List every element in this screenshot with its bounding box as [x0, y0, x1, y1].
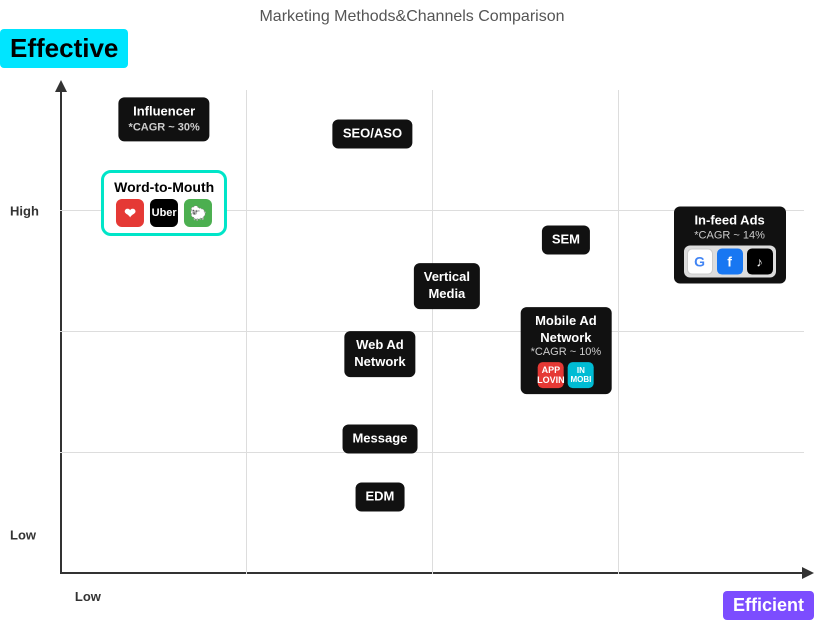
mobile-ad-label: Mobile AdNetwork	[531, 313, 602, 347]
applovin-icon: APPLOVIN	[538, 363, 564, 389]
edm-item: EDM	[355, 482, 404, 511]
chart-title: Marketing Methods&Channels Comparison	[0, 0, 824, 26]
influencer-label: Influencer	[129, 104, 200, 121]
y-low-label: Low	[10, 528, 36, 543]
wtm-icons: ❤ Uber 🐑	[114, 199, 214, 227]
sheep-icon: 🐑	[184, 199, 212, 227]
infeed-ads-item: In-feed Ads *CAGR ~ 14% G f ♪	[674, 207, 786, 284]
grid-v-3	[618, 90, 619, 574]
uber-icon: Uber	[150, 199, 178, 227]
mobile-ad-network-item: Mobile AdNetwork *CAGR ~ 10% APPLOVIN IN…	[521, 307, 612, 395]
edm-label: EDM	[355, 482, 404, 511]
x-axis-arrow	[802, 567, 814, 579]
y-high-label: High	[10, 204, 39, 219]
x-low-label: Low	[75, 589, 101, 604]
word-to-mouth-item: Word-to-Mouth ❤ Uber 🐑	[101, 170, 227, 236]
infeed-label: In-feed Ads	[684, 213, 776, 230]
influencer-sub: *CAGR ~ 30%	[129, 121, 200, 135]
tiktok-icon: ♪	[747, 249, 773, 275]
infeed-sub: *CAGR ~ 14%	[684, 230, 776, 242]
vertical-media-item: VerticalMedia	[414, 263, 480, 309]
message-item: Message	[342, 424, 417, 453]
heart-icon: ❤	[116, 199, 144, 227]
message-label: Message	[342, 424, 417, 453]
vertical-media-label: VerticalMedia	[414, 263, 480, 309]
wtm-label: Word-to-Mouth	[114, 179, 214, 195]
sem-label: SEM	[542, 226, 590, 255]
inmobi-icon: INMOBI	[568, 363, 594, 389]
web-ad-network-item: Web AdNetwork	[344, 331, 415, 377]
grid-v-2	[432, 90, 433, 574]
efficient-label: Efficient	[723, 591, 814, 620]
mobile-ad-sub: *CAGR ~ 10%	[531, 347, 602, 359]
y-axis	[60, 90, 62, 574]
seo-aso-label: SEO/ASO	[333, 119, 412, 148]
effective-label: Effective	[0, 29, 128, 68]
web-ad-network-label: Web AdNetwork	[344, 331, 415, 377]
grid-v-1	[246, 90, 247, 574]
seo-aso-item: SEO/ASO	[333, 119, 412, 148]
chart-area: High Low Low High Influencer *CAGR ~ 30%…	[60, 90, 804, 574]
google-icon: G	[687, 249, 713, 275]
facebook-icon: f	[717, 249, 743, 275]
sem-item: SEM	[542, 226, 590, 255]
mobile-ad-logos: APPLOVIN INMOBI	[531, 363, 602, 389]
influencer-item: Influencer *CAGR ~ 30%	[119, 98, 210, 141]
infeed-logos: G f ♪	[684, 246, 776, 278]
y-axis-arrow	[55, 80, 67, 92]
